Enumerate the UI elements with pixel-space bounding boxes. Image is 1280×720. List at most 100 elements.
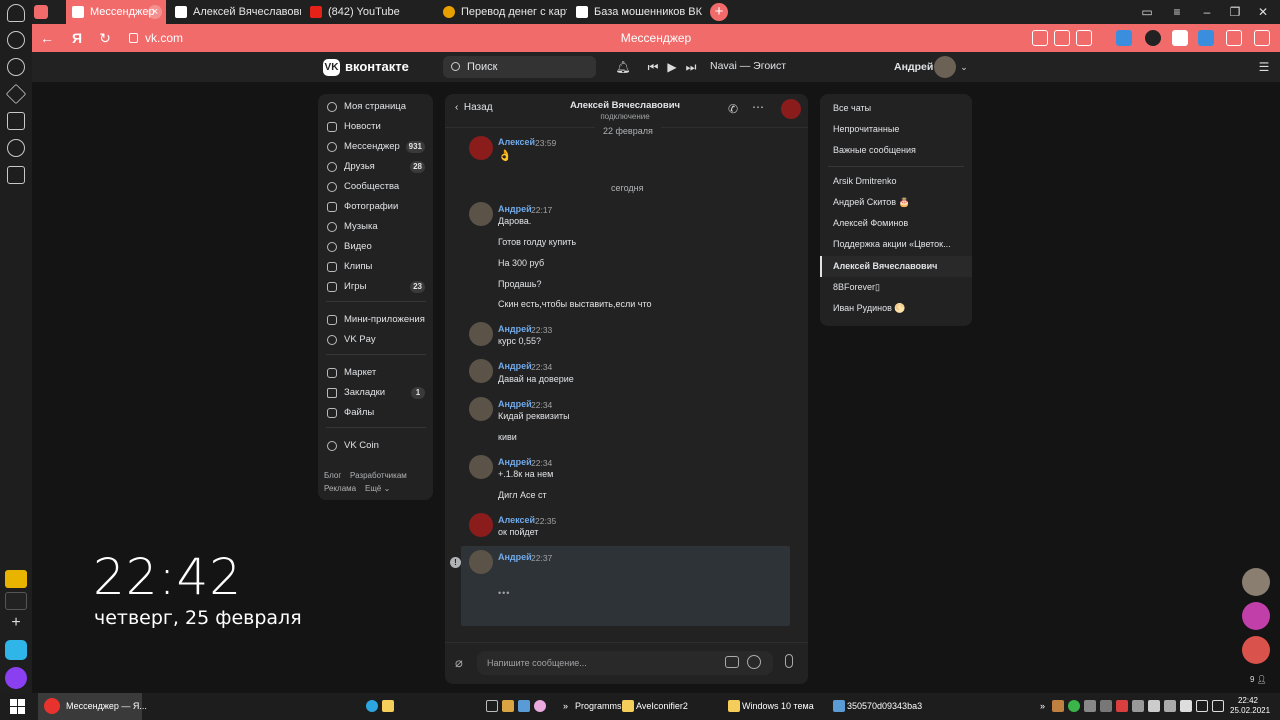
sender-name[interactable]: Алексей [498,515,535,525]
translate-icon[interactable] [1032,30,1048,46]
sender-avatar[interactable] [469,322,493,346]
tray-icon[interactable] [1052,700,1064,712]
s-app-icon[interactable] [7,166,25,184]
recent-chat-item[interactable]: Алексей Фоминов [820,213,972,234]
taskbar-app-icon[interactable] [502,700,514,712]
search-input[interactable]: Поиск [443,56,596,78]
notifications-icon[interactable] [7,31,25,49]
profile-icon[interactable] [7,4,25,22]
toolbar-overflow-icon[interactable]: » [563,693,568,720]
nav-communities[interactable]: Сообщества [318,177,433,197]
user-avatar[interactable] [934,56,956,78]
nav-my-page[interactable]: Моя страница [318,97,433,117]
tray-icon[interactable] [1164,700,1176,712]
sender-avatar[interactable] [469,550,493,574]
floating-chat-avatar[interactable] [1242,602,1270,630]
tabs-overview-icon[interactable]: ▭ [1132,0,1162,24]
taskbar-folder-2[interactable]: Windows 10 тема [728,693,814,720]
tab-aleksey[interactable]: Алексей Вячеславович [169,0,301,24]
footer-dev-link[interactable]: Разработчикам [350,471,407,480]
recent-chat-item[interactable]: Андрей Скитов 🎂 [820,192,972,213]
tray-icon[interactable] [1084,700,1096,712]
taskbar-clock[interactable]: 22:42 25.02.2021 [1230,696,1270,716]
sender-avatar[interactable] [469,202,493,226]
recent-chat-item[interactable]: Иван Рудинов 🌕 [820,298,972,319]
recent-chat-item[interactable]: Arsik Dmitrenko [820,171,972,192]
footer-more-link[interactable]: Ещё ⌄ [365,484,390,493]
mail-app-icon[interactable] [5,570,27,588]
close-tab-icon[interactable]: × [148,5,162,19]
nav-games[interactable]: Игры 23 [318,277,433,297]
taskbar-programs[interactable]: Programms [575,693,622,720]
phone-icon[interactable]: ✆ [728,102,742,116]
extension-icon[interactable] [1116,30,1132,46]
more-icon[interactable]: ⋯ [752,100,768,116]
vk-logo-icon[interactable]: VK [323,59,340,76]
nav-music[interactable]: Музыка [318,217,433,237]
floating-chat-avatar[interactable] [1242,568,1270,596]
bookmark-page-icon[interactable] [1054,30,1070,46]
play-icon[interactable]: ▶ [664,58,680,76]
tray-overflow-icon[interactable]: » [1040,693,1045,720]
downloads-icon[interactable] [1226,30,1242,46]
nav-clips[interactable]: Клипы [318,257,433,277]
next-track-icon[interactable]: ⏭ [683,58,699,76]
current-track[interactable]: Navai — Эгоист [710,60,786,72]
settings-sliders-icon[interactable]: ☰ [1256,58,1272,76]
previous-track-icon[interactable]: ⏮ [645,58,661,76]
minimize-icon[interactable]: – [1192,0,1222,24]
filter-important[interactable]: Важные сообщения [820,140,972,161]
nav-friends[interactable]: Друзья 28 [318,157,433,177]
vk-logo-text[interactable]: вконтакте [345,59,409,74]
floating-chat-avatar[interactable] [1242,636,1270,664]
sender-name[interactable]: Андрей [498,361,532,371]
notifications-bell-icon[interactable]: 🔔︎ [615,58,631,76]
footer-blog-link[interactable]: Блог [324,471,341,480]
camera-icon[interactable] [725,656,739,668]
network-icon[interactable] [1196,700,1208,712]
close-window-icon[interactable]: ✕ [1248,0,1278,24]
tab-transfer[interactable]: Перевод денег с карты на [437,0,567,24]
user-name[interactable]: Андрей [894,61,933,73]
nav-files[interactable]: Файлы [318,403,433,423]
reader-icon[interactable] [1076,30,1092,46]
music-app-icon[interactable] [5,592,27,610]
taskbar-app-icon[interactable] [534,700,546,712]
history-icon[interactable] [7,58,25,76]
nav-messenger[interactable]: Мессенджер 931 [318,137,433,157]
sender-name[interactable]: Андрей [498,457,532,467]
chat-title[interactable]: Алексей Вячеславович [505,100,745,111]
taskbar-folder-1[interactable]: AveIconifier2 [622,693,688,720]
sender-name[interactable]: Андрей [498,324,532,334]
nav-photos[interactable]: Фотографии [318,197,433,217]
sender-name[interactable]: Андрей [498,399,532,409]
collections-icon[interactable] [7,112,25,130]
taskbar-app-icon[interactable] [486,700,498,712]
new-tab-button[interactable]: + [710,3,728,21]
tray-icon[interactable] [1132,700,1144,712]
footer-ads-link[interactable]: Реклама [324,484,356,493]
sender-avatar[interactable] [469,513,493,537]
sender-avatar[interactable] [469,455,493,479]
taskbar-folder-3[interactable]: 350570d09343ba3 [833,693,922,720]
sender-name[interactable]: Андрей [498,552,532,562]
tray-icon[interactable] [1116,700,1128,712]
nav-news[interactable]: Новости [318,117,433,137]
tab-messenger[interactable]: Мессенджер × [66,0,166,24]
folder-icon[interactable] [382,700,394,712]
recent-chat-item[interactable]: Поддержка акции «Цветок... [820,234,972,255]
windows-start-icon[interactable] [10,699,25,714]
menu-icon[interactable]: ≡ [1162,0,1192,24]
sender-name[interactable]: Алексей [498,137,535,147]
recent-chat-item[interactable]: 8BForever▯ [820,277,972,298]
nav-vk-coin[interactable]: VK Coin [318,436,433,456]
nav-vk-pay[interactable]: VK Pay [318,330,433,350]
alice-assistant-icon[interactable] [5,667,27,689]
tab-menu-icon[interactable] [34,5,48,19]
emoji-icon[interactable] [747,655,761,669]
nav-mini-apps[interactable]: Мини-приложения [318,310,433,330]
sender-avatar[interactable] [469,397,493,421]
share-icon[interactable] [1254,30,1270,46]
tab-scam-base[interactable]: База мошенников ВКонта [570,0,702,24]
taskbar-app-icon[interactable] [518,700,530,712]
